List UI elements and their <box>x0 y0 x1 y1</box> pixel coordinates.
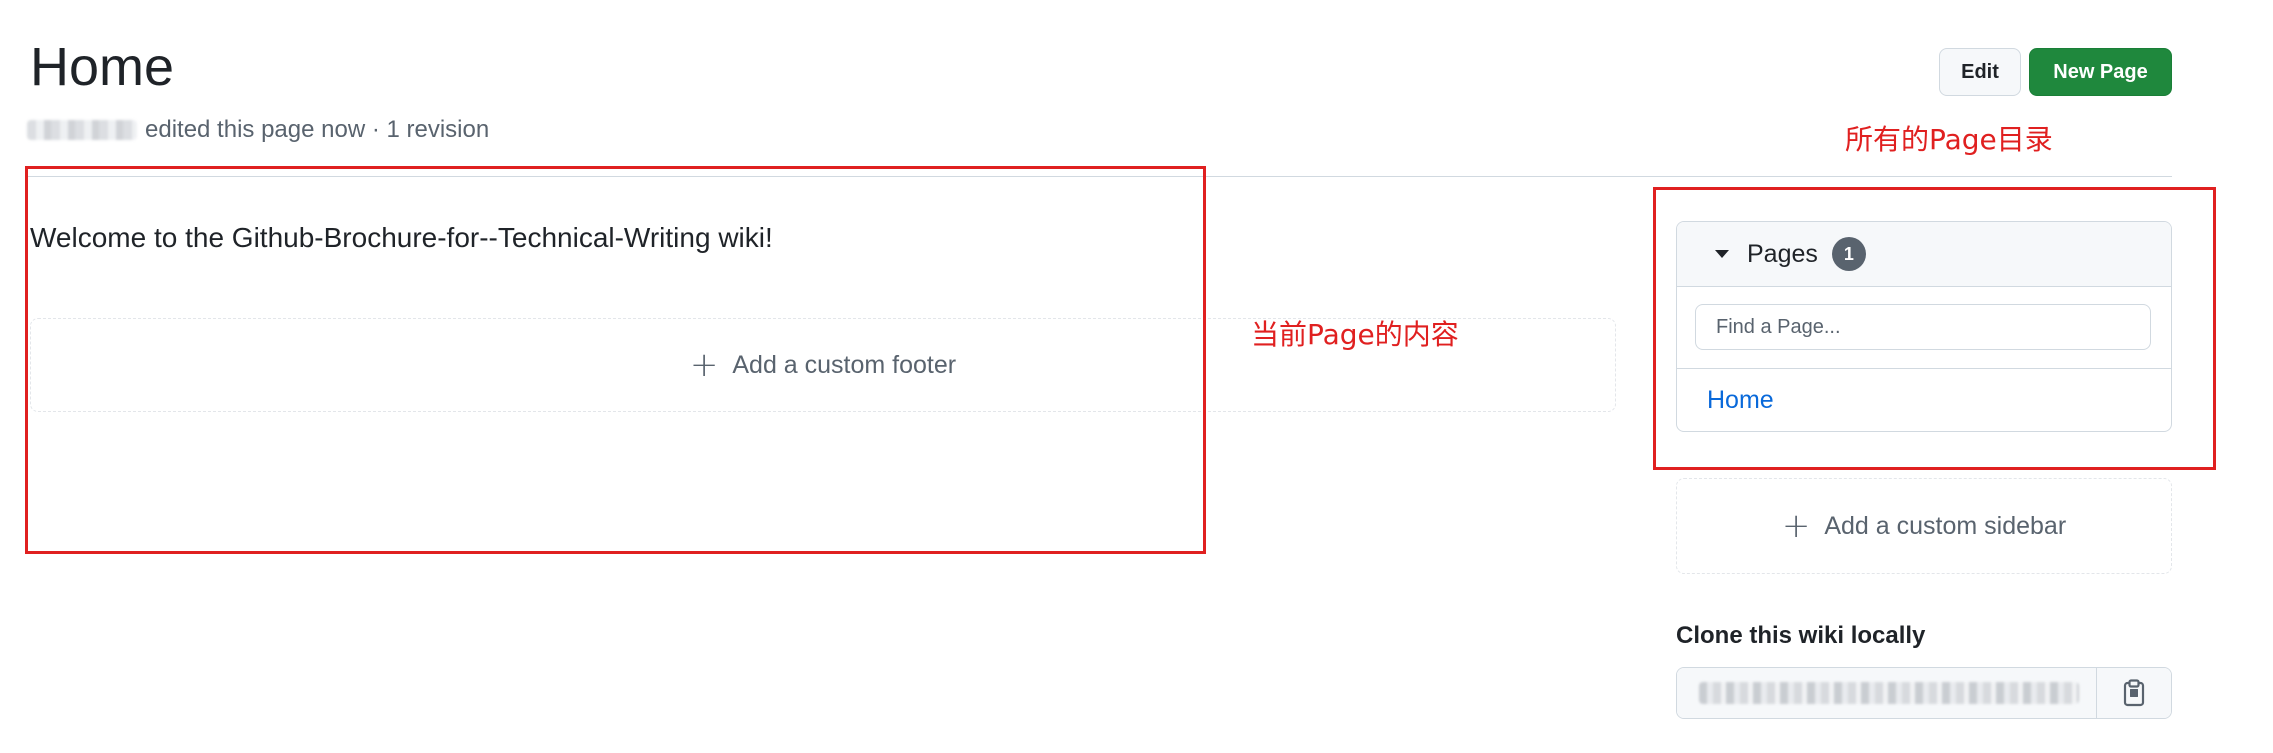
clone-url-field[interactable] <box>1677 668 2096 718</box>
annotation-box-content <box>25 166 1206 554</box>
edit-button[interactable]: Edit <box>1939 48 2021 96</box>
revision-meta: edited this page now · 1 revision <box>27 116 489 144</box>
blurred-username[interactable] <box>27 120 137 140</box>
plus-icon: + <box>1781 506 1811 546</box>
revision-meta-text: edited this page now · 1 revision <box>145 116 490 143</box>
page-title: Home <box>30 37 175 97</box>
annotation-note-pages: 所有的Page目录 <box>1845 123 2053 156</box>
clone-url-group <box>1676 667 2172 719</box>
clone-title: Clone this wiki locally <box>1676 622 1926 649</box>
annotation-box-pages <box>1653 187 2216 470</box>
clipboard-icon <box>2123 679 2145 707</box>
annotation-note-content: 当前Page的内容 <box>1251 318 1459 351</box>
add-custom-sidebar-label: Add a custom sidebar <box>1824 511 2067 540</box>
blurred-clone-url <box>1699 682 2079 704</box>
add-custom-sidebar-button[interactable]: + Add a custom sidebar <box>1676 478 2172 574</box>
copy-url-button[interactable] <box>2096 668 2171 718</box>
wiki-page: Home edited this page now · 1 revision E… <box>0 0 2273 753</box>
new-page-button[interactable]: New Page <box>2029 48 2172 96</box>
